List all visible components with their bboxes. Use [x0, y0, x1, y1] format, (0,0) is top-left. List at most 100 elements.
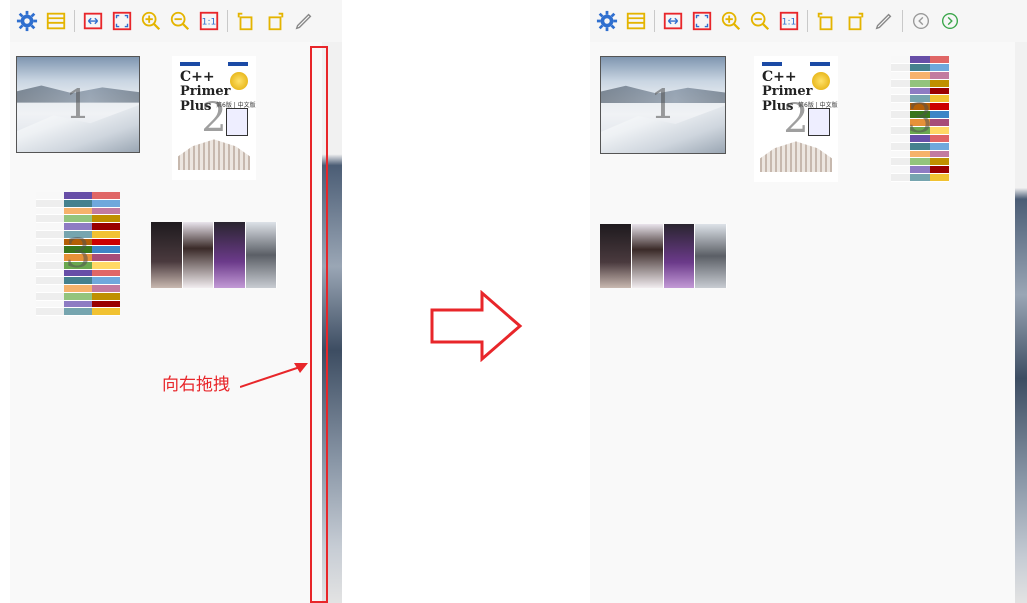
thumbnail-number: 1	[650, 82, 676, 128]
palette-swatch	[92, 215, 120, 223]
palette-swatch	[36, 223, 64, 231]
palette-swatch	[64, 292, 92, 301]
fit-width-icon[interactable]	[660, 8, 686, 34]
splitter-highlight[interactable]	[310, 46, 328, 603]
palette-swatch	[92, 285, 120, 293]
palette-swatch	[891, 79, 911, 88]
thumbnail-number: 3	[65, 231, 91, 277]
gear-icon[interactable]	[14, 8, 40, 34]
palette-swatch	[891, 71, 911, 80]
palette-swatch	[929, 63, 949, 72]
palette-swatch	[910, 166, 930, 175]
palette-swatch	[910, 142, 930, 151]
palette-swatch	[36, 269, 64, 278]
rotate-left-icon[interactable]	[233, 8, 259, 34]
book-bridge-image	[760, 141, 832, 172]
svg-text:1:1: 1:1	[202, 17, 217, 28]
palette-swatch	[929, 56, 949, 64]
palette-swatch	[64, 199, 92, 208]
palette-swatch	[36, 277, 64, 285]
palette-swatch	[64, 223, 92, 231]
palette-swatch	[92, 199, 120, 208]
palette-swatch	[891, 63, 911, 72]
book-mini-cover	[808, 108, 830, 136]
palette-swatch	[929, 142, 949, 151]
toolbar: 1:1	[10, 0, 342, 42]
palette-swatch	[64, 277, 92, 285]
thumbnail-number: 1	[65, 81, 91, 128]
rotate-left-icon[interactable]	[813, 8, 839, 34]
palette-swatch	[929, 79, 949, 88]
palette-swatch	[36, 199, 64, 208]
palette-swatch	[910, 71, 930, 80]
zoom-in-icon[interactable]	[138, 8, 164, 34]
palette-swatch	[891, 56, 911, 64]
palette-swatch	[92, 192, 120, 200]
palette-swatch	[36, 261, 64, 270]
actual-size-icon[interactable]: 1:1	[776, 8, 802, 34]
palette-swatch	[891, 158, 911, 167]
rotate-right-icon[interactable]	[842, 8, 868, 34]
pen-icon[interactable]	[871, 8, 897, 34]
palette-swatch	[92, 223, 120, 231]
annotation-label: 向右拖拽	[162, 375, 230, 395]
palette-swatch	[36, 246, 64, 254]
palette-swatch	[64, 215, 92, 223]
palette-swatch	[64, 300, 92, 309]
thumbnail-book[interactable]: C++ Primer Plus 第6版 | 中文版 2	[172, 56, 256, 180]
thumbnail-number: 2	[201, 95, 227, 141]
book-badge	[230, 72, 248, 90]
pen-icon[interactable]	[291, 8, 317, 34]
thumbnail-book[interactable]: C++ Primer Plus 第6版 | 中文版 2	[754, 56, 838, 182]
book-mini-cover	[226, 108, 248, 136]
thumbnail-palette[interactable]: 3	[891, 56, 949, 182]
palette-swatch	[92, 254, 120, 262]
palette-swatch	[36, 308, 64, 316]
palette-swatch	[92, 308, 120, 316]
viewer-panel-before: 1:1 1 C++ Primer Plus 第6版 | 中文版 2 3	[10, 0, 342, 603]
thumbnail-palette[interactable]: 3	[36, 192, 120, 316]
thumbnail-number: 3	[907, 96, 933, 142]
palette-swatch	[92, 277, 120, 285]
thumbnail-landscape[interactable]: 1	[600, 56, 726, 154]
book-title-line1: C++	[180, 69, 215, 85]
palette-swatch	[929, 150, 949, 159]
toolbar-separator	[654, 10, 655, 32]
thumbnail-people[interactable]	[600, 224, 727, 288]
palette-swatch	[891, 87, 911, 96]
gear-icon[interactable]	[594, 8, 620, 34]
palette-swatch	[64, 285, 92, 293]
rotate-right-icon[interactable]	[262, 8, 288, 34]
palette-swatch	[36, 192, 64, 200]
prev-icon[interactable]	[908, 8, 934, 34]
palette-swatch	[929, 166, 949, 175]
fit-width-icon[interactable]	[80, 8, 106, 34]
fit-page-icon[interactable]	[109, 8, 135, 34]
transition-arrow-icon	[430, 290, 523, 362]
zoom-in-icon[interactable]	[718, 8, 744, 34]
image-view-edge	[1015, 42, 1027, 603]
next-icon[interactable]	[937, 8, 963, 34]
toolbar-separator	[74, 10, 75, 32]
svg-text:1:1: 1:1	[782, 17, 797, 28]
actual-size-icon[interactable]: 1:1	[196, 8, 222, 34]
palette-swatch	[891, 150, 911, 159]
palette-swatch	[36, 215, 64, 223]
viewer-panel-after: 1:1 1 C++ Primer Plus 第6版 | 中文版 2 3	[590, 0, 1027, 603]
palette-swatch	[910, 158, 930, 167]
fit-page-icon[interactable]	[689, 8, 715, 34]
book-bridge-image	[178, 139, 250, 170]
thumbnail-landscape[interactable]: 1	[16, 56, 140, 153]
thumbnail-people[interactable]	[151, 222, 277, 288]
palette-swatch	[92, 207, 120, 216]
palette-swatch	[36, 254, 64, 262]
menu-icon[interactable]	[43, 8, 69, 34]
toolbar-separator	[227, 10, 228, 32]
palette-swatch	[929, 87, 949, 96]
zoom-out-icon[interactable]	[167, 8, 193, 34]
palette-swatch	[910, 79, 930, 88]
zoom-out-icon[interactable]	[747, 8, 773, 34]
palette-swatch	[64, 192, 92, 200]
menu-icon[interactable]	[623, 8, 649, 34]
palette-swatch	[910, 174, 930, 182]
